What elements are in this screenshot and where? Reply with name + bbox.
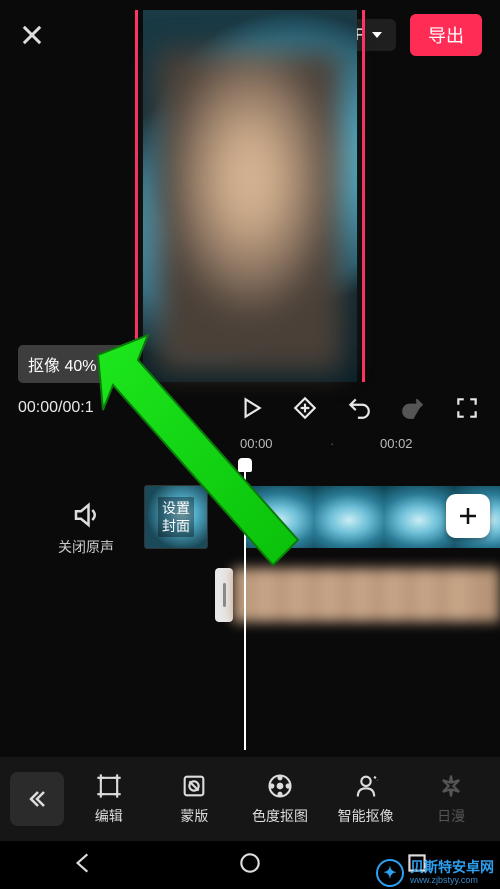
tool-label: 蒙版: [180, 806, 208, 826]
set-cover-button[interactable]: 设置 封面: [145, 486, 207, 548]
redo-icon: [398, 393, 428, 423]
tool-chroma-key[interactable]: 色度抠图: [245, 772, 315, 826]
clip-thumbnail: [244, 486, 314, 548]
tool-mask[interactable]: 蒙版: [159, 772, 229, 826]
tool-anime-filter[interactable]: 日漫: [416, 772, 486, 826]
playhead[interactable]: [244, 460, 246, 750]
mute-label: 关闭原声: [58, 537, 114, 557]
tool-edit[interactable]: 编辑: [74, 772, 144, 826]
play-icon[interactable]: [236, 393, 266, 423]
cutout-clip-thumbnails: [233, 568, 500, 622]
nav-home-icon[interactable]: [237, 850, 263, 881]
timecode-label: 00:00/00:1: [18, 399, 94, 417]
collapse-toolbar-button[interactable]: [10, 772, 64, 826]
export-button[interactable]: 导出: [410, 14, 482, 56]
watermark-url: www.zjbstyy.com: [410, 876, 494, 886]
clip-thumbnail: [384, 486, 454, 548]
timeline-area: 关闭原声 设置 封面: [0, 460, 500, 760]
ruler-tick: 00:00: [240, 436, 273, 451]
set-cover-label: 设置 封面: [158, 497, 194, 537]
nav-back-icon[interactable]: [70, 850, 96, 881]
preview-subject-blur: [157, 50, 343, 372]
close-icon[interactable]: [18, 21, 46, 49]
ruler-tick-minor: ·: [330, 436, 334, 451]
add-clip-button[interactable]: [446, 494, 490, 538]
fullscreen-icon[interactable]: [452, 393, 482, 423]
watermark-brand: 贝斯特安卓网: [410, 860, 494, 875]
tool-items: 编辑 蒙版 色度抠图 智能抠像 日漫: [64, 772, 500, 826]
clip-thumbnail: [314, 486, 384, 548]
tool-smart-cutout[interactable]: 智能抠像: [331, 772, 401, 826]
ruler-tick: 00:02: [380, 436, 413, 451]
preview-frame-right: [362, 10, 365, 382]
preview-frame-left: [135, 10, 138, 382]
keyframe-add-icon[interactable]: [290, 393, 320, 423]
chevron-down-icon: [372, 32, 382, 38]
watermark-logo-icon: ✦: [376, 859, 404, 887]
cutout-track[interactable]: [215, 568, 500, 622]
tool-label: 日漫: [437, 806, 465, 826]
progress-toast: 抠像 40%: [18, 345, 128, 383]
tool-label: 编辑: [95, 806, 123, 826]
clip-handle-left[interactable]: [215, 568, 233, 622]
bottom-toolbar: 编辑 蒙版 色度抠图 智能抠像 日漫: [0, 757, 500, 841]
mute-original-audio-button[interactable]: 关闭原声: [58, 500, 114, 557]
toast-close-icon[interactable]: [104, 357, 118, 371]
watermark: ✦ 贝斯特安卓网 www.zjbstyy.com: [376, 859, 494, 887]
tool-label: 智能抠像: [338, 806, 394, 826]
time-ruler[interactable]: 00:00 · 00:02: [0, 436, 500, 456]
undo-icon[interactable]: [344, 393, 374, 423]
video-preview[interactable]: [143, 10, 357, 382]
progress-toast-label: 抠像 40%: [28, 352, 96, 376]
transport-bar: 00:00/00:1: [0, 388, 500, 428]
tool-label: 色度抠图: [252, 806, 308, 826]
